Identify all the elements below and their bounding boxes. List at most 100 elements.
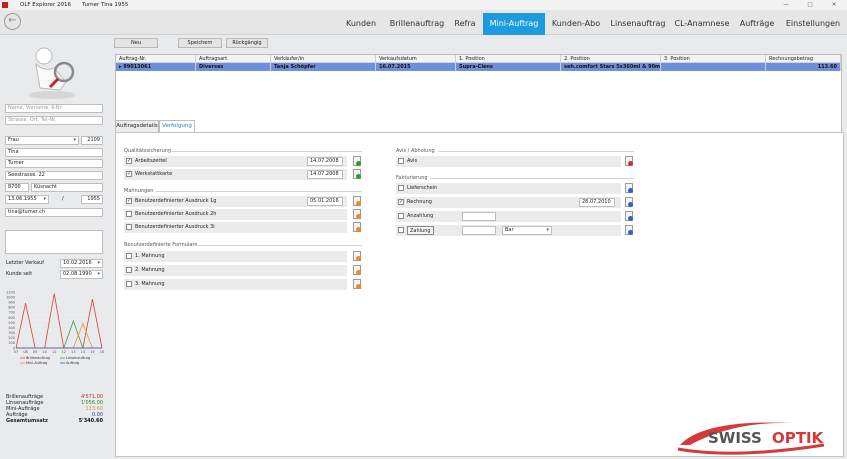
form-2-checkbox[interactable] bbox=[126, 267, 132, 273]
city-field[interactable]: Küsnacht bbox=[31, 183, 103, 192]
lastname-field[interactable]: Turner bbox=[5, 159, 103, 168]
anzahlung-amount[interactable] bbox=[462, 212, 496, 221]
avis-print-icon[interactable] bbox=[624, 156, 633, 166]
mahnung-2-checkbox[interactable] bbox=[126, 211, 132, 217]
legend-label: Mini-Auftrag bbox=[26, 361, 47, 365]
undo-button[interactable]: Rückgängig bbox=[226, 38, 268, 48]
mahnung-3-checkbox[interactable] bbox=[126, 224, 132, 230]
werkstattkarte-date[interactable]: 14.07.2008 bbox=[307, 170, 343, 179]
rechnung-checkbox[interactable]: ✓ bbox=[398, 199, 404, 205]
form-row-2: 2. Mahnung bbox=[124, 265, 347, 276]
print-blue-icon[interactable] bbox=[624, 197, 633, 207]
column-header[interactable]: Rechnungsbetrag bbox=[766, 55, 841, 63]
print-green-icon[interactable] bbox=[352, 156, 361, 166]
arbeitszettel-checkbox[interactable]: ✓ bbox=[126, 158, 132, 164]
tab-brillenauftrag[interactable]: Brillenauftrag bbox=[387, 13, 447, 35]
print-green-icon[interactable] bbox=[352, 169, 361, 179]
stat-value: 5'340.60 bbox=[78, 418, 103, 424]
y-tick-label: 200 bbox=[8, 336, 15, 340]
mahnung-1-date[interactable]: 05.01.2016 bbox=[307, 197, 343, 206]
column-header[interactable]: 1. Position bbox=[456, 55, 561, 63]
table-cell: 16.07.2015 bbox=[376, 63, 456, 71]
stat-label: Gesamtumsatz bbox=[6, 418, 48, 424]
new-button[interactable]: Neu bbox=[114, 38, 158, 48]
salutation-select[interactable]: Frau bbox=[5, 136, 79, 145]
zip-field[interactable]: 8700 bbox=[5, 183, 29, 192]
title-bar: OLF Explorer 2016 Turner Tina 1955 — □ ✕ bbox=[0, 0, 847, 10]
birthdate-field[interactable]: 13.06.1955 bbox=[5, 195, 49, 204]
qs-row-werkstattkarte: ✓ Werkstattkarte 14.07.2008 bbox=[124, 169, 347, 180]
tab-kunden[interactable]: Kunden bbox=[340, 13, 382, 35]
zahlung-row: Zahlung Bar bbox=[396, 225, 621, 236]
avis-checkbox[interactable] bbox=[398, 158, 404, 164]
y-tick-label: 700 bbox=[8, 311, 15, 315]
table-cell: Diverses bbox=[196, 63, 271, 71]
print-blue-icon[interactable] bbox=[624, 183, 633, 193]
form-1-label: 1. Mahnung bbox=[135, 253, 165, 259]
tab-mini-auftrag[interactable]: Mini-Auftrag bbox=[483, 13, 545, 35]
form-1-checkbox[interactable] bbox=[126, 253, 132, 259]
close-button[interactable]: ✕ bbox=[822, 0, 846, 10]
print-blue-icon[interactable] bbox=[624, 211, 633, 221]
customer-since-date[interactable]: 02.08.1990 bbox=[60, 270, 103, 279]
maximize-button[interactable]: □ bbox=[798, 0, 822, 10]
form-3-label: 3. Mahnung bbox=[135, 281, 165, 287]
tab-refra[interactable]: Refra bbox=[452, 13, 478, 35]
print-orange-icon[interactable] bbox=[352, 222, 361, 232]
last-sale-date[interactable]: 10.02.2016 bbox=[60, 259, 103, 268]
arbeitszettel-date[interactable]: 14.07.2008 bbox=[307, 157, 343, 166]
zahlung-amount[interactable] bbox=[462, 226, 496, 235]
tab-einstellungen[interactable]: Einstellungen bbox=[782, 13, 844, 35]
minimize-button[interactable]: — bbox=[774, 0, 798, 10]
print-orange-icon[interactable] bbox=[352, 279, 361, 289]
search-street-input[interactable]: Strasse, Ort, Tel-Nr. bbox=[5, 116, 103, 125]
anzahlung-checkbox[interactable] bbox=[398, 213, 404, 219]
print-orange-icon[interactable] bbox=[352, 251, 361, 261]
birthyear-field[interactable]: 1955 bbox=[81, 195, 103, 204]
table-cell: seh.comfort Stars 5x360ml & 90ml bbox=[561, 63, 661, 71]
werkstattkarte-checkbox[interactable]: ✓ bbox=[126, 171, 132, 177]
zahlung-button[interactable]: Zahlung bbox=[407, 226, 434, 235]
print-blue-icon[interactable] bbox=[624, 225, 633, 235]
y-tick-label: 400 bbox=[8, 326, 15, 330]
column-header[interactable]: Auftrag-Nr. bbox=[116, 55, 196, 63]
anzahlung-label: Anzahlung bbox=[407, 213, 434, 219]
table-row[interactable]: ▸ 99013061 Diverses Tanja Schöpfer 16.07.20… bbox=[116, 63, 841, 71]
search-name-input[interactable]: Name, Vorname, K-Nr. bbox=[5, 104, 103, 113]
street-field[interactable]: Seestrasse. 22 bbox=[5, 171, 103, 180]
email-field[interactable]: tina@turner.ch bbox=[5, 208, 103, 217]
back-arrow-icon[interactable]: ← bbox=[4, 13, 21, 30]
lieferschein-checkbox[interactable] bbox=[398, 185, 404, 191]
tab-linsenauftrag[interactable]: Linsenauftrag bbox=[607, 13, 669, 35]
column-header[interactable]: Verkaufsdatum bbox=[376, 55, 456, 63]
birthdate-separator: / bbox=[62, 196, 64, 202]
customer-number-field[interactable]: 2109 bbox=[81, 136, 103, 145]
tab-auftraege[interactable]: Aufträge bbox=[738, 13, 776, 35]
y-tick-label: 1100 bbox=[6, 290, 15, 294]
save-button[interactable]: Speichern bbox=[178, 38, 222, 48]
form-3-checkbox[interactable] bbox=[126, 281, 132, 287]
x-tick-label: 09 bbox=[33, 350, 37, 354]
notes-field[interactable] bbox=[5, 230, 103, 254]
rechnung-date[interactable]: 28.07.2010 bbox=[579, 198, 615, 207]
firstname-field[interactable]: Tina bbox=[5, 148, 103, 157]
mahnung-1-checkbox[interactable]: ✓ bbox=[126, 198, 132, 204]
customer-avatar bbox=[28, 47, 76, 99]
x-tick-label: 07 bbox=[14, 350, 18, 354]
y-tick-label: 300 bbox=[8, 331, 15, 335]
column-header[interactable]: Verkäufer/in bbox=[271, 55, 376, 63]
rechnung-row: ✓ Rechnung 28.07.2010 bbox=[396, 197, 621, 208]
tab-kunden-abo[interactable]: Kunden-Abo bbox=[549, 13, 603, 35]
column-header[interactable]: 3. Position bbox=[661, 55, 766, 63]
payment-method-select[interactable]: Bar bbox=[502, 226, 552, 235]
swissoptik-logo: SWISS OPTIK bbox=[677, 422, 825, 455]
zahlung-checkbox[interactable] bbox=[398, 227, 404, 233]
y-tick-label: 800 bbox=[8, 306, 15, 310]
tab-cl-anamnese[interactable]: CL-Anamnese bbox=[673, 13, 731, 35]
anzahlung-row: Anzahlung bbox=[396, 211, 621, 222]
print-orange-icon[interactable] bbox=[352, 196, 361, 206]
print-orange-icon[interactable] bbox=[352, 265, 361, 275]
print-orange-icon[interactable] bbox=[352, 209, 361, 219]
column-header[interactable]: Auftragsart bbox=[196, 55, 271, 63]
column-header[interactable]: 2. Position bbox=[561, 55, 661, 63]
